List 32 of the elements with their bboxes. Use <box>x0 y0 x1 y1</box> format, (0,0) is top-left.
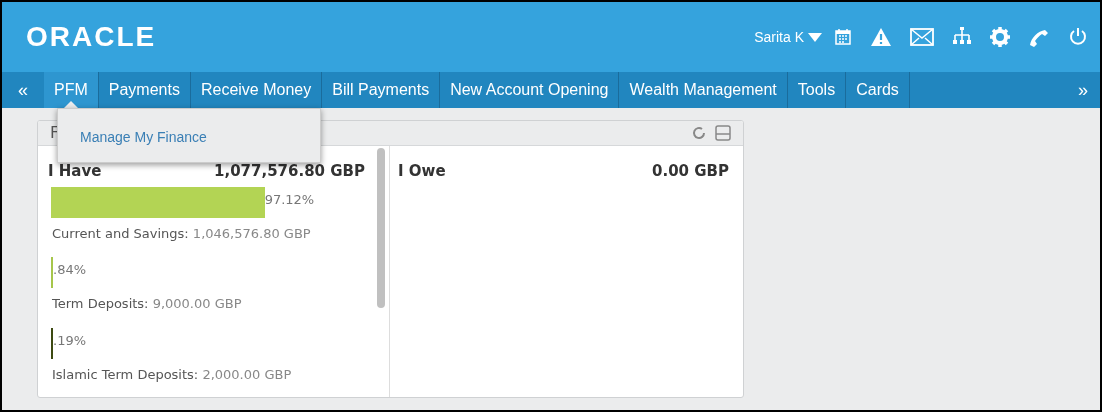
logo: ORACLE <box>26 20 157 54</box>
calendar-icon[interactable] <box>834 28 852 46</box>
collapse-icon[interactable] <box>715 125 731 141</box>
percent-label: .84% <box>53 261 87 279</box>
i-have-label: I Have <box>48 161 102 182</box>
account-line: Islamic Term Deposits: 2,000.00 GBP <box>52 365 293 384</box>
nav-tab[interactable]: Cards <box>846 72 910 108</box>
percent-label: 97.12% <box>264 190 315 209</box>
power-icon[interactable] <box>1068 27 1088 47</box>
warning-icon[interactable] <box>870 27 892 47</box>
caret-icon <box>808 32 822 42</box>
scroll-left-button[interactable]: « <box>2 72 44 108</box>
i-have-total: 1,077,576.80 GBP <box>214 161 365 182</box>
scroll-right-button[interactable]: » <box>1066 72 1100 108</box>
menu-item[interactable]: Manage My Finance <box>80 127 207 148</box>
i-owe-total: 0.00 GBP <box>652 161 729 182</box>
phone-icon[interactable] <box>1028 27 1050 47</box>
percent-label: .19% <box>53 331 87 350</box>
user-menu-button[interactable]: Sarita K <box>754 26 822 48</box>
refresh-icon[interactable] <box>691 125 707 141</box>
nav-tab[interactable]: Tools <box>787 72 847 108</box>
i-owe-label: I Owe <box>398 161 446 182</box>
scrollbar-thumb[interactable] <box>377 148 385 308</box>
settings-icon[interactable] <box>990 27 1010 47</box>
account-line: Term Deposits: 9,000.00 GBP <box>52 295 243 313</box>
nav-tab[interactable]: Bill Payments <box>322 72 441 108</box>
nav-tab[interactable]: Wealth Management <box>619 72 788 108</box>
hierarchy-icon[interactable] <box>952 27 972 47</box>
mail-icon[interactable] <box>910 28 934 46</box>
account-line: Current and Savings: 1,046,576.80 GBP <box>52 224 312 243</box>
nav-tab[interactable]: PFM <box>44 72 99 108</box>
nav-tab[interactable]: New Account Opening <box>440 72 620 108</box>
